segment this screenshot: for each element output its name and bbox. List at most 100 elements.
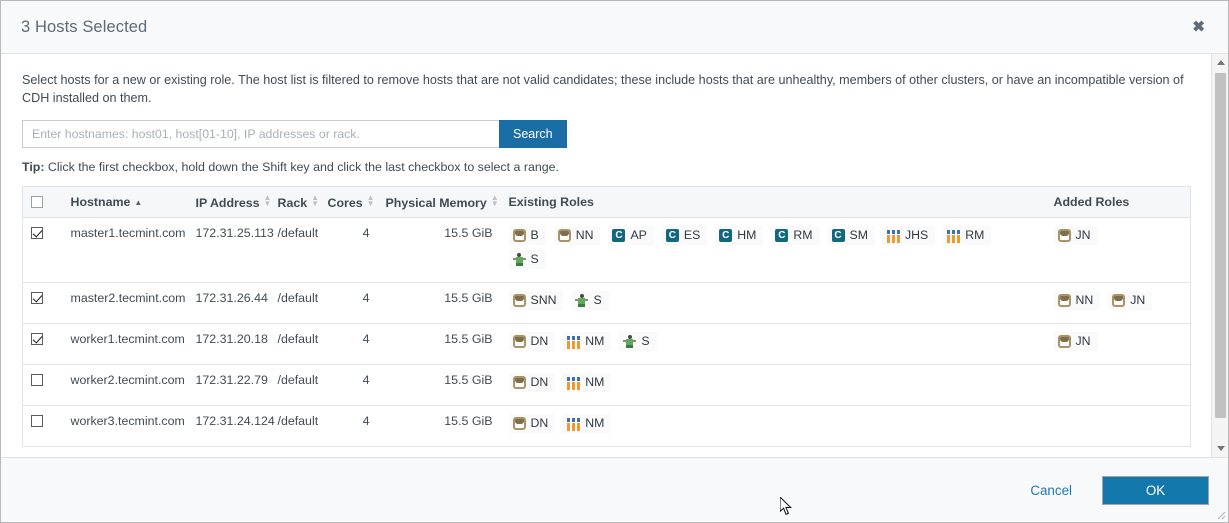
role-badge[interactable]: CAP <box>608 226 653 245</box>
table-row[interactable]: worker3.tecmint.com172.31.24.124/default… <box>23 406 1191 447</box>
rack-cell: /default <box>270 283 320 324</box>
close-icon[interactable]: ✖ <box>1188 16 1209 39</box>
host-table: Hostname▲ IP Address▲▼ Rack▲▼ Cores▲▼ Ph <box>22 186 1191 447</box>
role-badge[interactable]: CSM <box>828 226 875 245</box>
role-badge[interactable]: S <box>619 332 656 351</box>
role-badge-label: SNN <box>531 293 557 308</box>
role-badge-label: DN <box>531 334 549 349</box>
yarn-grid-icon <box>947 229 960 242</box>
added-roles-list: JN <box>1054 226 1183 250</box>
cloudera-c-icon: C <box>775 229 788 242</box>
role-badge[interactable]: NM <box>563 373 611 392</box>
role-badge-label: DN <box>531 375 549 390</box>
rack-cell: /default <box>270 218 320 283</box>
role-badge-label: NM <box>585 375 604 390</box>
dialog-title: 3 Hosts Selected <box>21 18 147 37</box>
scrollbar-thumb[interactable] <box>1215 73 1226 418</box>
role-badge[interactable]: NM <box>563 414 611 433</box>
host-selection-dialog: 3 Hosts Selected ✖ Select hosts for a ne… <box>0 0 1229 523</box>
scroll-down-icon[interactable] <box>1212 440 1228 457</box>
added-roles-list: JN <box>1054 332 1183 356</box>
row-checkbox[interactable] <box>31 415 43 427</box>
role-badge[interactable]: JN <box>1108 291 1152 310</box>
database-icon <box>513 417 526 430</box>
row-checkbox[interactable] <box>31 292 43 304</box>
role-badge[interactable]: NM <box>563 332 611 351</box>
column-header-cores[interactable]: Cores▲▼ <box>320 187 378 218</box>
role-badge-label: ES <box>684 228 700 243</box>
rack-cell: /default <box>270 365 320 406</box>
database-icon <box>513 335 526 348</box>
column-header-rack[interactable]: Rack▲▼ <box>270 187 320 218</box>
role-badge[interactable]: DN <box>509 414 556 433</box>
scroll-up-icon[interactable] <box>1212 54 1228 71</box>
table-row[interactable]: worker2.tecmint.com172.31.22.79/default4… <box>23 365 1191 406</box>
column-header-ip-address[interactable]: IP Address▲▼ <box>188 187 270 218</box>
zookeeper-person-icon <box>513 253 526 266</box>
search-button[interactable]: Search <box>499 120 567 148</box>
role-badge[interactable]: DN <box>509 332 556 351</box>
added-roles-cell: JN <box>1046 218 1191 283</box>
existing-roles-cell: SNN S <box>501 283 1046 324</box>
dialog-footer: Cancel OK <box>1 457 1228 522</box>
role-badge[interactable]: S <box>571 291 608 310</box>
select-all-checkbox[interactable] <box>31 196 43 208</box>
role-badge[interactable]: JHS <box>883 226 935 245</box>
database-icon <box>513 376 526 389</box>
physical-memory-cell: 15.5 GiB <box>378 218 501 283</box>
role-badge[interactable]: NN <box>1054 291 1101 310</box>
ip-address-cell: 172.31.26.44 <box>188 283 270 324</box>
column-header-physical-memory[interactable]: Physical Memory▲▼ <box>378 187 501 218</box>
role-badge-label: JHS <box>905 228 928 243</box>
column-label-hostname: Hostname <box>71 195 131 209</box>
role-badge-label: JN <box>1076 334 1091 349</box>
vertical-scrollbar[interactable] <box>1211 54 1228 457</box>
role-badge[interactable]: C ES <box>662 226 707 245</box>
table-row[interactable]: master1.tecmint.com172.31.25.113/default… <box>23 218 1191 283</box>
database-icon <box>558 229 571 242</box>
cancel-button[interactable]: Cancel <box>1020 477 1082 504</box>
role-badge[interactable]: DN <box>509 373 556 392</box>
role-badge[interactable]: B <box>509 226 546 245</box>
cores-cell: 4 <box>320 406 378 447</box>
physical-memory-cell: 15.5 GiB <box>378 324 501 365</box>
displaying-count: Displaying 1 - 5 of 5 <box>22 456 1189 457</box>
role-badge[interactable]: S <box>509 250 546 269</box>
table-header-row: Hostname▲ IP Address▲▼ Rack▲▼ Cores▲▼ Ph <box>23 187 1191 218</box>
role-badge[interactable]: C RM <box>771 226 819 245</box>
role-badge[interactable]: SNN <box>509 291 564 310</box>
cloudera-c-icon: C <box>666 229 679 242</box>
zookeeper-person-icon <box>623 335 636 348</box>
role-badge-label: HM <box>737 228 756 243</box>
row-checkbox[interactable] <box>31 333 43 345</box>
added-roles-cell <box>1046 406 1191 447</box>
role-badge-label: RM <box>793 228 812 243</box>
table-row[interactable]: worker1.tecmint.com172.31.20.18/default4… <box>23 324 1191 365</box>
ok-button[interactable]: OK <box>1102 476 1209 505</box>
role-badge[interactable]: NN <box>554 226 601 245</box>
column-header-hostname[interactable]: Hostname▲ <box>63 187 188 218</box>
hostname-cell: master2.tecmint.com <box>63 283 188 324</box>
cores-cell: 4 <box>320 283 378 324</box>
column-label-ip-address: IP Address <box>196 196 260 210</box>
existing-roles-cell: B NN CAP C ES C HM C RM CSM JHS RM S <box>501 218 1046 283</box>
cores-cell: 4 <box>320 324 378 365</box>
role-badge[interactable]: RM <box>943 226 991 245</box>
cloudera-c-icon: C <box>719 229 732 242</box>
role-badge[interactable]: C HM <box>715 226 763 245</box>
ip-address-cell: 172.31.24.124 <box>188 406 270 447</box>
column-label-cores: Cores <box>328 196 363 210</box>
row-checkbox[interactable] <box>31 227 43 239</box>
existing-roles-list: DN NM S <box>509 332 1038 356</box>
column-header-existing-roles: Existing Roles <box>501 187 1046 218</box>
yarn-grid-icon <box>887 229 900 242</box>
table-row[interactable]: master2.tecmint.com172.31.26.44/default4… <box>23 283 1191 324</box>
role-badge[interactable]: JN <box>1054 226 1098 245</box>
role-badge[interactable]: JN <box>1054 332 1098 351</box>
row-checkbox[interactable] <box>31 374 43 386</box>
physical-memory-cell: 15.5 GiB <box>378 365 501 406</box>
search-input[interactable] <box>22 120 499 148</box>
added-roles-cell <box>1046 365 1191 406</box>
sort-icon: ▲▼ <box>311 194 319 208</box>
existing-roles-list: DN NM <box>509 414 1038 438</box>
